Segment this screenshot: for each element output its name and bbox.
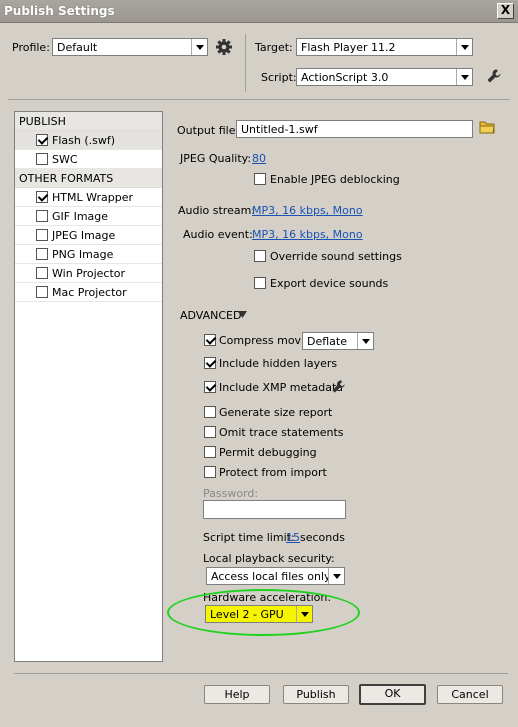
jpeg-checkbox[interactable] [36, 229, 48, 241]
password-label: Password: [203, 487, 259, 500]
wrench-icon[interactable] [486, 68, 502, 84]
export-device-sounds-checkbox[interactable] [254, 277, 266, 289]
list-item-label: GIF Image [52, 210, 109, 223]
list-item-label: Win Projector [52, 267, 126, 280]
protect-from-import-checkbox[interactable] [204, 466, 216, 478]
flash-checkbox[interactable] [36, 134, 48, 146]
list-item-jpeg[interactable]: JPEG Image [15, 226, 162, 245]
include-xmp-label: Include XMP metadata [219, 381, 344, 394]
protect-from-import-label: Protect from import [219, 466, 327, 479]
local-security-select[interactable]: Access local files only [206, 567, 345, 585]
compress-movie-checkbox[interactable] [204, 334, 216, 346]
profile-label: Profile: [12, 41, 50, 54]
list-item-flash[interactable]: Flash (.swf) [15, 131, 162, 150]
format-list: PUBLISH Flash (.swf) SWC OTHER FORMATS H… [14, 111, 163, 662]
password-input[interactable] [203, 500, 346, 519]
script-select[interactable]: ActionScript 3.0 [296, 68, 473, 86]
output-file-input[interactable]: Untitled-1.swf [236, 120, 473, 138]
script-time-value[interactable]: 15 [286, 531, 300, 544]
jpeg-deblocking-label: Enable JPEG deblocking [270, 173, 400, 186]
target-label: Target: [255, 41, 293, 54]
list-item-label: Flash (.swf) [52, 134, 116, 147]
omit-trace-label: Omit trace statements [219, 426, 344, 439]
chevron-down-icon [328, 568, 344, 584]
triangle-down-icon[interactable] [238, 311, 247, 318]
chevron-down-icon [456, 39, 472, 55]
list-item-swc[interactable]: SWC [15, 150, 162, 169]
wrench-icon[interactable] [331, 379, 346, 394]
folder-icon[interactable] [479, 119, 496, 135]
win-projector-checkbox[interactable] [36, 267, 48, 279]
png-checkbox[interactable] [36, 248, 48, 260]
profile-value: Default [57, 41, 98, 54]
list-item-png[interactable]: PNG Image [15, 245, 162, 264]
audio-event-value[interactable]: MP3, 16 kbps, Mono [252, 228, 363, 241]
title-bar: Publish Settings X [0, 0, 518, 23]
override-sound-label: Override sound settings [270, 250, 402, 263]
advanced-header[interactable]: ADVANCED [180, 309, 241, 322]
list-item-label: PNG Image [52, 248, 114, 261]
script-label: Script: [261, 71, 297, 84]
audio-stream-value[interactable]: MP3, 16 kbps, Mono [252, 204, 363, 217]
generate-size-report-checkbox[interactable] [204, 406, 216, 418]
close-button[interactable]: X [497, 3, 514, 19]
include-hidden-layers-checkbox[interactable] [204, 357, 216, 369]
audio-event-label: Audio event: [183, 228, 253, 241]
jpeg-quality-value[interactable]: 80 [252, 152, 266, 165]
header-separator [245, 34, 246, 92]
include-hidden-layers-label: Include hidden layers [219, 357, 338, 370]
ok-button[interactable]: OK [359, 684, 426, 705]
output-file-value: Untitled-1.swf [241, 123, 318, 136]
list-item-html-wrapper[interactable]: HTML Wrapper [15, 188, 162, 207]
omit-trace-checkbox[interactable] [204, 426, 216, 438]
local-security-label: Local playback security: [203, 552, 335, 565]
html-wrapper-checkbox[interactable] [36, 191, 48, 203]
gif-checkbox[interactable] [36, 210, 48, 222]
list-item-label: JPEG Image [52, 229, 116, 242]
script-time-unit: seconds [300, 531, 345, 544]
output-file-label: Output file: [177, 124, 240, 137]
chevron-down-icon [357, 333, 373, 349]
export-device-sounds-label: Export device sounds [270, 277, 389, 290]
top-divider [8, 99, 510, 100]
compress-value: Deflate [307, 335, 347, 348]
mac-projector-checkbox[interactable] [36, 286, 48, 298]
profile-select[interactable]: Default [52, 38, 208, 56]
other-formats-header: OTHER FORMATS [15, 169, 162, 188]
gear-icon[interactable] [215, 38, 233, 56]
list-item-label: SWC [52, 153, 78, 166]
list-item-label: Mac Projector [52, 286, 127, 299]
highlight-annotation [167, 589, 360, 636]
permit-debugging-label: Permit debugging [219, 446, 317, 459]
local-security-value: Access local files only [211, 570, 331, 583]
help-button[interactable]: Help [204, 685, 270, 704]
target-select[interactable]: Flash Player 11.2 [296, 38, 473, 56]
include-xmp-checkbox[interactable] [204, 381, 216, 393]
script-value: ActionScript 3.0 [301, 71, 389, 84]
generate-size-report-label: Generate size report [219, 406, 333, 419]
jpeg-deblocking-checkbox[interactable] [254, 173, 266, 185]
publish-header: PUBLISH [15, 112, 162, 131]
bottom-divider [14, 673, 508, 674]
jpeg-quality-label: JPEG Quality: [180, 152, 252, 165]
target-value: Flash Player 11.2 [301, 41, 396, 54]
chevron-down-icon [191, 39, 207, 55]
script-time-label: Script time limit: [203, 531, 295, 544]
window-title: Publish Settings [4, 4, 115, 18]
compress-select[interactable]: Deflate [302, 332, 374, 350]
audio-stream-label: Audio stream: [178, 204, 256, 217]
list-item-label: HTML Wrapper [52, 191, 134, 204]
chevron-down-icon [456, 69, 472, 85]
list-item-mac-projector[interactable]: Mac Projector [15, 283, 162, 302]
override-sound-checkbox[interactable] [254, 250, 266, 262]
cancel-button[interactable]: Cancel [437, 685, 503, 704]
compress-movie-label: Compress movie [219, 334, 311, 347]
swc-checkbox[interactable] [36, 153, 48, 165]
publish-button[interactable]: Publish [283, 685, 349, 704]
close-icon: X [500, 3, 511, 17]
permit-debugging-checkbox[interactable] [204, 446, 216, 458]
list-item-gif[interactable]: GIF Image [15, 207, 162, 226]
list-item-win-projector[interactable]: Win Projector [15, 264, 162, 283]
